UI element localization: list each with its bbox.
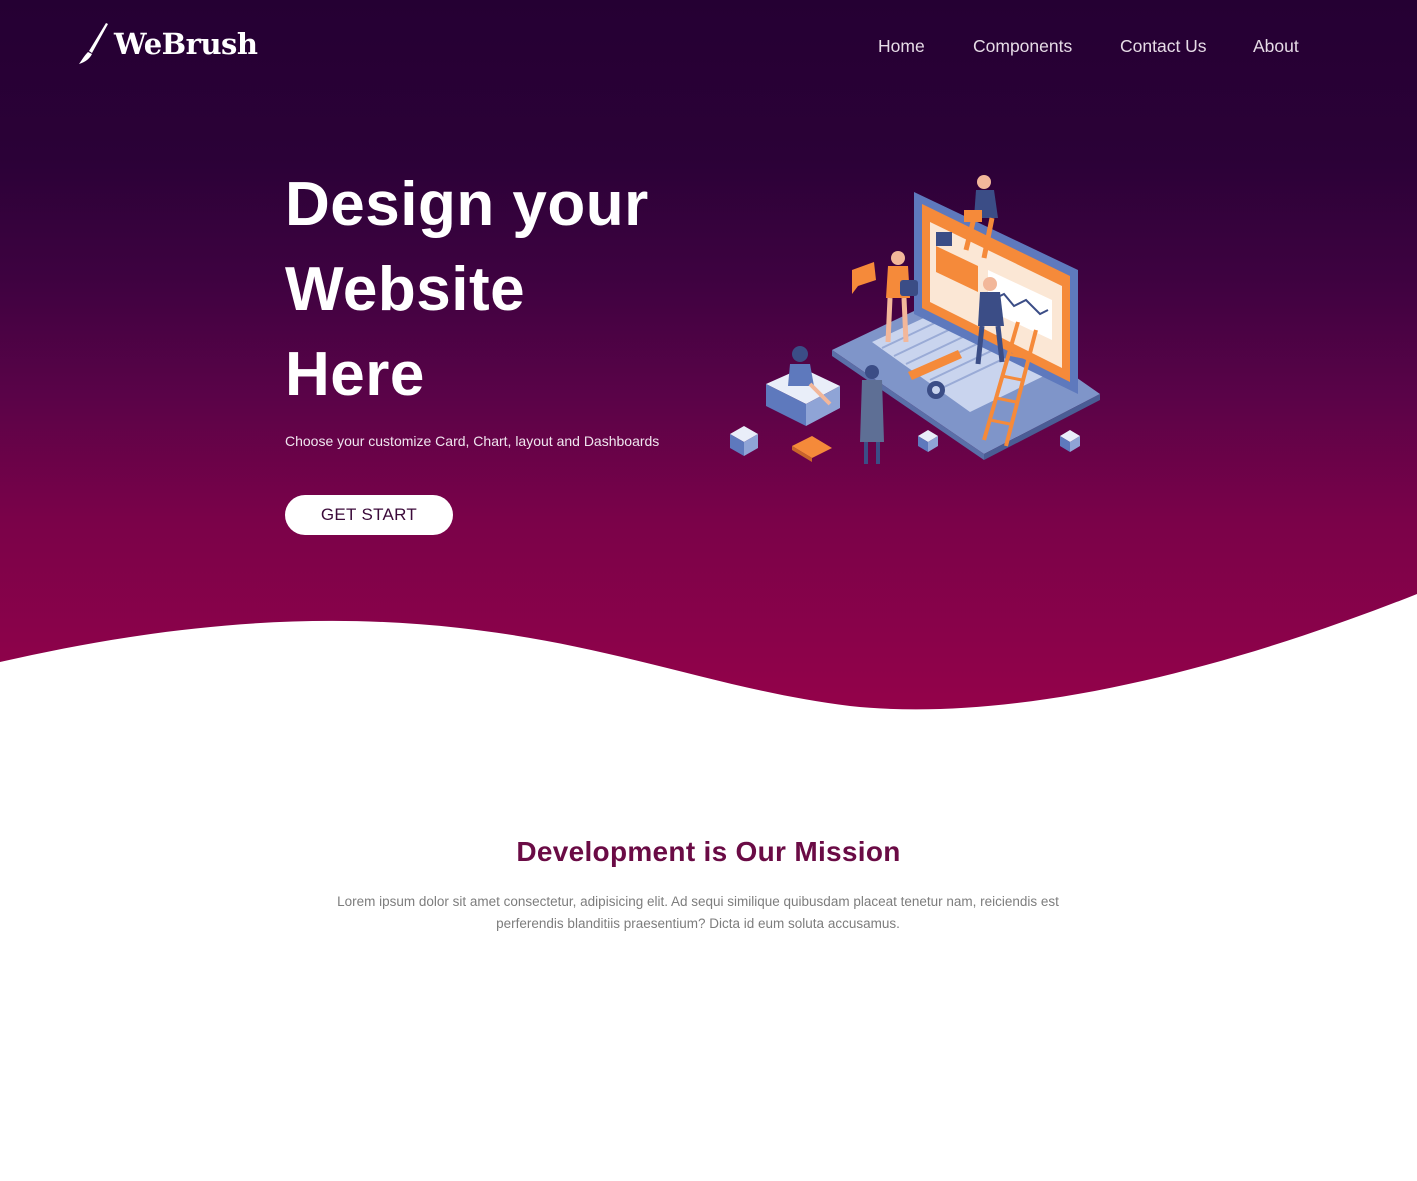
nav-components[interactable]: Components (973, 36, 1072, 57)
hero-headline-line-2: Website (285, 255, 526, 324)
get-start-button[interactable]: GET START (285, 495, 453, 535)
nav-about[interactable]: About (1253, 36, 1299, 57)
mission-title: Development is Our Mission (516, 836, 901, 867)
nav-contact-us[interactable]: Contact Us (1120, 36, 1207, 57)
mission-text-line-2: perferendis blanditiis praesentium? Dict… (496, 916, 900, 931)
mission-text-line-1: Lorem ipsum dolor sit amet consectetur, … (337, 894, 1059, 909)
hero-headline-line-3: Here (285, 340, 425, 409)
mission-text: Lorem ipsum dolor sit amet consectetur, … (298, 891, 1098, 935)
hero-headline-line-1: Design your (285, 170, 649, 239)
main-nav: Home Components Contact Us About (0, 36, 1417, 60)
isometric-laptop-team-illustration (730, 175, 1100, 464)
hero-headline: Design your Website Here (285, 162, 725, 417)
hero-subtitle: Choose your customize Card, Chart, layou… (285, 433, 660, 449)
hero-section: WeBrush Home Components Contact Us About… (0, 0, 1417, 720)
nav-home[interactable]: Home (878, 36, 925, 57)
